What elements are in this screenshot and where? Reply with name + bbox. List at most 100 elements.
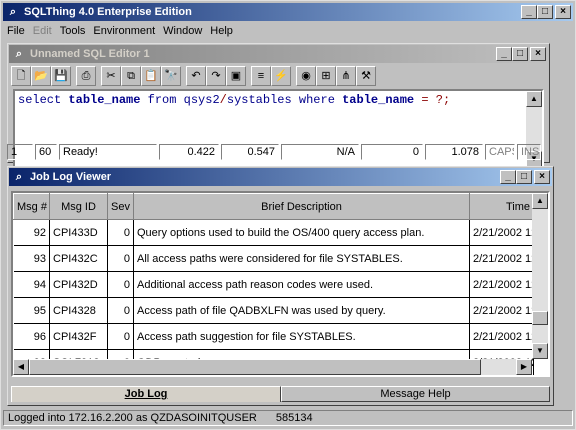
status-value-3: N/A (281, 144, 359, 160)
menu-file[interactable]: File (3, 25, 29, 37)
table-row[interactable]: 92 CPI433D 0 Query options used to build… (13, 219, 534, 246)
cell-description: Access path of file QADBXLFN was used by… (133, 297, 470, 324)
cell-time: 2/21/2002 12: (469, 245, 534, 272)
menu-help[interactable]: Help (206, 25, 237, 37)
menu-tools[interactable]: Tools (56, 25, 90, 37)
find-icon[interactable]: 🔭 (161, 66, 181, 86)
cell-sev: 0 (107, 219, 134, 246)
column-header-sev[interactable]: Sev (107, 193, 134, 220)
sql-token: / (219, 93, 227, 107)
scroll-left-arrow-icon[interactable]: ◀ (13, 359, 29, 375)
app-titlebar: ⌕ SQLThing 4.0 Enterprise Edition _ □ × (3, 3, 573, 21)
app-status-bar: Logged into 172.16.2.200 as QZDASOINITQU… (3, 409, 573, 427)
execute-icon[interactable]: ▣ (226, 66, 246, 86)
job-log-table: Msg # Msg ID Sev Brief Description Time … (13, 193, 534, 375)
sql-token: systables (226, 93, 292, 107)
joblog-close-button[interactable]: × (534, 170, 550, 184)
scroll-up-arrow-icon[interactable]: ▲ (526, 91, 542, 107)
cell-msg-id: CPI4328 (49, 297, 108, 324)
column-header-msg-num[interactable]: Msg # (13, 193, 50, 220)
job-log-grid[interactable]: Msg # Msg ID Sev Brief Description Time … (11, 191, 550, 377)
open-folder-icon[interactable]: 📂 (31, 66, 51, 86)
column-header-time[interactable]: Time (469, 193, 534, 220)
joblog-title: Job Log Viewer (30, 171, 112, 183)
sql-token: table_name (342, 93, 415, 107)
cell-msg-num: 92 (13, 219, 50, 246)
cell-time: 2/21/2002 12: (469, 219, 534, 246)
print-icon[interactable]: ⎙ (76, 66, 96, 86)
editor-close-button[interactable]: × (530, 47, 546, 61)
tools-icon[interactable]: ⚒ (356, 66, 376, 86)
status-value-1: 0.422 (159, 144, 219, 160)
scroll-up-arrow-icon[interactable]: ▲ (532, 193, 548, 209)
status-value-2: 0.547 (221, 144, 279, 160)
menu-edit[interactable]: Edit (29, 25, 56, 37)
status-job-number: 585134 (275, 412, 313, 424)
app-title: SQLThing 4.0 Enterprise Edition (24, 6, 192, 18)
maximize-button[interactable]: □ (537, 5, 553, 19)
grid-vertical-scrollbar[interactable]: ▲ ▼ (532, 193, 548, 359)
cell-msg-id: CPI432F (49, 323, 108, 350)
cell-time: 2/21/2002 12: (469, 323, 534, 350)
editor-title: Unnamed SQL Editor 1 (30, 48, 150, 60)
scroll-down-arrow-icon[interactable]: ▼ (532, 343, 548, 359)
header-row: Msg # Msg ID Sev Brief Description Time (13, 193, 534, 220)
sql-token: table_name (68, 93, 141, 107)
editor-titlebar: ⌕ Unnamed SQL Editor 1 _ □ × (9, 45, 548, 63)
copy-icon[interactable]: ⧉ (121, 66, 141, 86)
menu-bar: File Edit Tools Environment Window Help (3, 22, 573, 39)
magnifier-icon: ⌕ (9, 6, 17, 18)
editor-status-bar: 1 60 Ready! 0.422 0.547 N/A 0 1.078 CAPS… (7, 144, 550, 160)
cell-description: Access path suggestion for file SYSTABLE… (133, 323, 470, 350)
sql-icon[interactable]: ≡ (251, 66, 271, 86)
joblog-maximize-button[interactable]: □ (516, 170, 532, 184)
sql-token: = (414, 93, 436, 107)
sql-token: ; (442, 93, 451, 107)
cell-sev: 0 (107, 323, 134, 350)
table-row[interactable]: 93 CPI432C 0 All access paths were consi… (13, 245, 534, 272)
table-row[interactable]: 96 CPI432F 0 Access path suggestion for … (13, 323, 534, 350)
tree-icon[interactable]: ⋔ (336, 66, 356, 86)
tab-message-help[interactable]: Message Help (281, 386, 550, 402)
cell-msg-num: 96 (13, 323, 50, 350)
scroll-right-arrow-icon[interactable]: ▶ (516, 359, 532, 375)
status-caps: CAPS (485, 144, 515, 160)
grid-horizontal-scrollbar[interactable]: ◀ ▶ (13, 359, 532, 375)
status-login-text: Logged into 172.16.2.200 as QZDASOINITQU… (8, 412, 257, 424)
joblog-minimize-button[interactable]: _ (500, 170, 516, 184)
minimize-button[interactable]: _ (521, 5, 537, 19)
menu-window[interactable]: Window (159, 25, 206, 37)
cut-icon[interactable]: ✂ (101, 66, 121, 86)
sql-token: select (18, 93, 69, 107)
editor-minimize-button[interactable]: _ (496, 47, 512, 61)
schema-icon[interactable]: ⊞ (316, 66, 336, 86)
editor-toolbar: 🗋 📂 💾 ⎙ ✂ ⧉ 📋 🔭 ↶ ↷ ▣ ≡ ⚡ ◉ ⊞ ⋔ ⚒ (11, 65, 376, 87)
sql-token: qsys2 (183, 93, 220, 107)
menu-environment[interactable]: Environment (89, 25, 159, 37)
close-button[interactable]: × (555, 5, 571, 19)
column-header-msg-id[interactable]: Msg ID (49, 193, 108, 220)
job-log-tab-strip: Job Log Message Help (11, 386, 550, 402)
tab-job-log[interactable]: Job Log (11, 386, 281, 402)
format-icon[interactable]: ⚡ (271, 66, 291, 86)
paste-icon[interactable]: 📋 (141, 66, 161, 86)
sql-token: from (140, 93, 184, 107)
cell-msg-num: 95 (13, 297, 50, 324)
column-header-description[interactable]: Brief Description (133, 193, 470, 220)
status-ins: INS (517, 144, 541, 160)
table-row[interactable]: 95 CPI4328 0 Access path of file QADBXLF… (13, 297, 534, 324)
editor-maximize-button[interactable]: □ (512, 47, 528, 61)
scroll-thumb[interactable] (29, 359, 481, 375)
scroll-thumb[interactable] (532, 311, 548, 325)
magnifier-icon: ⌕ (15, 171, 23, 183)
status-value-5: 1.078 (425, 144, 483, 160)
table-row[interactable]: 94 CPI432D 0 Additional access path reas… (13, 271, 534, 298)
new-file-icon[interactable]: 🗋 (11, 66, 31, 86)
cell-msg-num: 94 (13, 271, 50, 298)
cell-sev: 0 (107, 245, 134, 272)
undo-icon[interactable]: ↶ (186, 66, 206, 86)
connect-icon[interactable]: ◉ (296, 66, 316, 86)
save-icon[interactable]: 💾 (51, 66, 71, 86)
redo-icon[interactable]: ↷ (206, 66, 226, 86)
magnifier-icon: ⌕ (15, 48, 23, 60)
